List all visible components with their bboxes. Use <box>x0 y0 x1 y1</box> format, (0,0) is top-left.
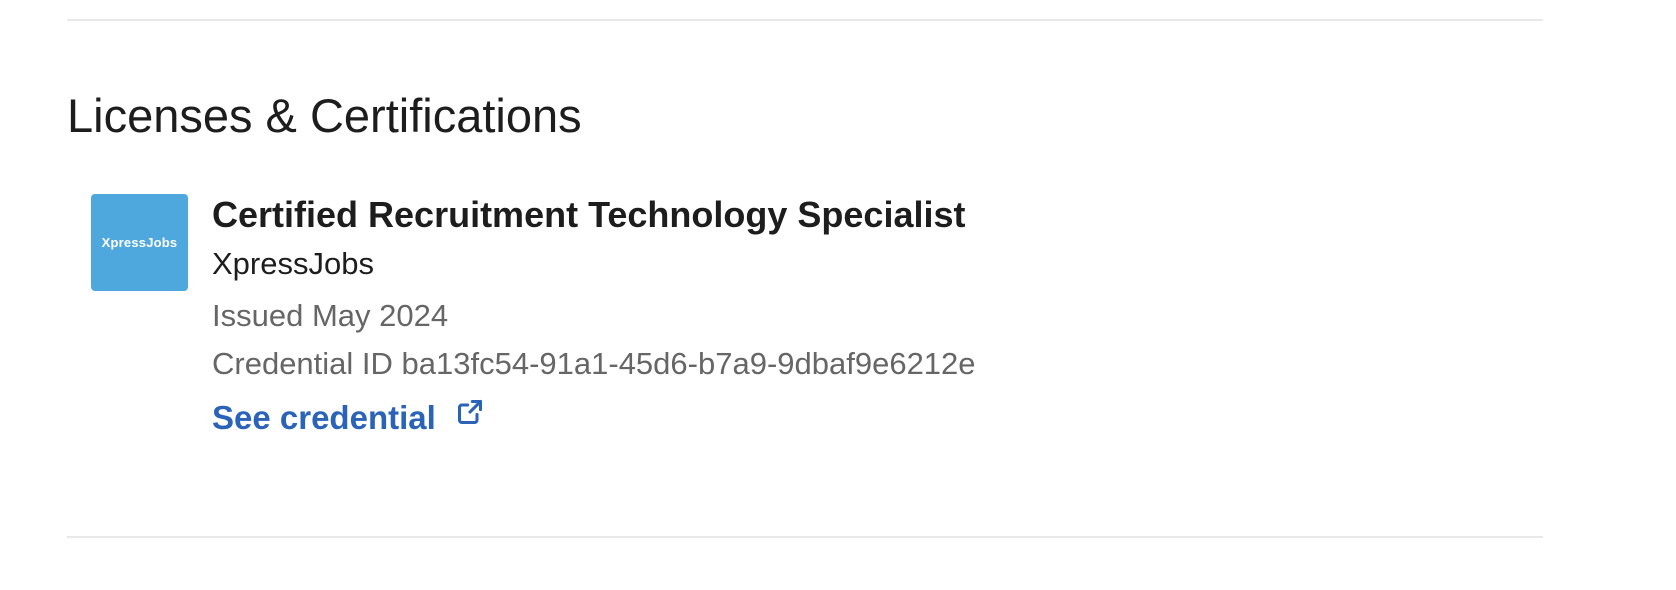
section-divider-top <box>67 19 1543 21</box>
certification-issuer[interactable]: XpressJobs <box>212 244 976 284</box>
see-credential-label: See credential <box>212 399 436 436</box>
issuer-logo[interactable]: XpressJobs <box>91 194 188 291</box>
certification-item: XpressJobs Certified Recruitment Technol… <box>91 194 1491 454</box>
credential-id: Credential ID ba13fc54-91a1-45d6-b7a9-9d… <box>212 346 976 381</box>
certification-details: Certified Recruitment Technology Special… <box>212 194 976 438</box>
section-title: Licenses & Certifications <box>67 89 582 142</box>
section-divider-bottom <box>67 536 1543 538</box>
issuer-logo-text: XpressJobs <box>101 235 178 250</box>
certification-name[interactable]: Certified Recruitment Technology Special… <box>212 194 976 236</box>
certification-issued-date: Issued May 2024 <box>212 298 449 333</box>
licenses-certifications-page: Licenses & Certifications XpressJobs Cer… <box>0 0 1676 590</box>
external-link-icon <box>456 398 484 426</box>
see-credential-link[interactable]: See credential <box>212 398 484 438</box>
